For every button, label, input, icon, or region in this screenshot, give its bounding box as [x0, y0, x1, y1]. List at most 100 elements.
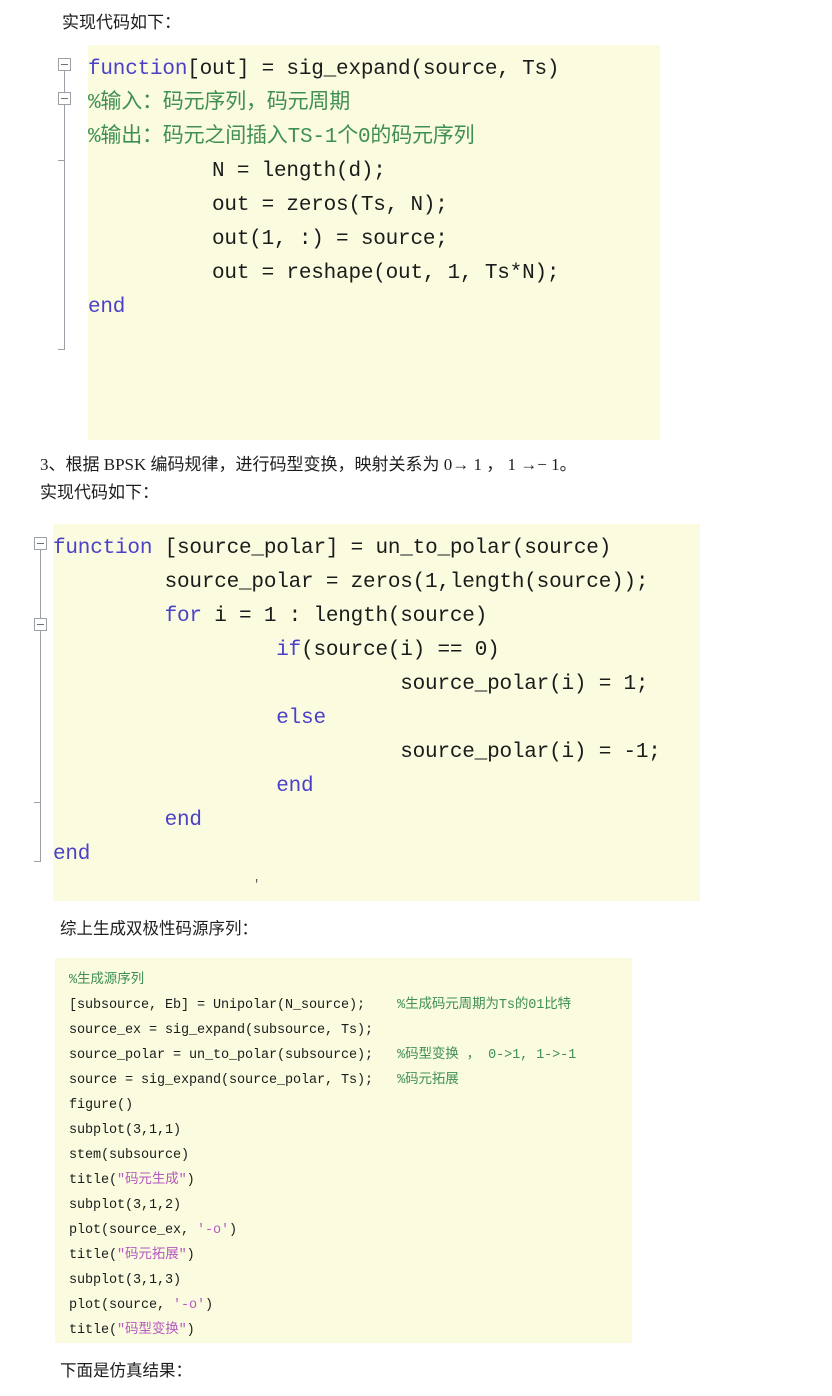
intro-paragraph-1: 实现代码如下：: [62, 13, 181, 32]
code-line: N = length(d);: [88, 155, 660, 189]
code-token-pl: subplot(3,1,2): [69, 1198, 182, 1213]
code-line: out(1, :) = source;: [88, 223, 660, 257]
code-line: end: [53, 838, 700, 872]
code-token-pl: out = zeros(Ts, N);: [88, 194, 448, 217]
fold-gutter-2: [0, 524, 53, 901]
fold-toggle-icon[interactable]: [34, 537, 47, 550]
code-token-str: "码元拓展": [117, 1248, 187, 1263]
code-token-pl: ): [205, 1298, 214, 1313]
code-token-pl: figure(): [69, 1098, 134, 1113]
code-token-pl: [subsource, Eb] = Unipolar(N_source);: [69, 998, 398, 1013]
code-token-pl: ): [186, 1173, 195, 1188]
code-line: function[out] = sig_expand(source, Ts): [88, 53, 660, 87]
code-line: stem(subsource): [69, 1143, 632, 1168]
code-token-pl: plot(source_ex,: [69, 1223, 198, 1238]
code-token-pl: title(: [69, 1173, 118, 1188]
code-line: title("码元拓展"): [69, 1243, 632, 1268]
code-token-pl: [source_polar] = un_to_polar(source): [152, 537, 612, 560]
code-token-pl: out(1, :) = source;: [88, 228, 448, 251]
code-token-pl: subplot(3,1,1): [69, 1123, 182, 1138]
code-line: subplot(3,1,1): [69, 1118, 632, 1143]
fold-toggle-icon[interactable]: [34, 618, 47, 631]
code-token-cmt: %生成码元周期为Ts的01比特: [397, 998, 572, 1013]
code-token-pl: title(: [69, 1248, 118, 1263]
code-token-kw: else: [276, 707, 326, 730]
code-token-pl: source_polar = un_to_polar(subsource);: [69, 1048, 398, 1063]
fold-rail-tick: [58, 160, 65, 161]
fold-rail-end-tick: [58, 349, 65, 350]
code-token-str: '-o': [173, 1298, 206, 1313]
code-line: out = reshape(out, 1, Ts*N);: [88, 257, 660, 291]
summary-lead-paragraph: 综上生成双极性码源序列：: [60, 919, 258, 938]
code-line: end: [53, 804, 700, 838]
code-line: %生成源序列: [69, 968, 632, 993]
fold-gutter-1: [0, 45, 88, 440]
code-block-sig-expand: function[out] = sig_expand(source, Ts) %输…: [88, 45, 660, 440]
code-token-cmt: %码型变换 ， 0->1, 1->-1: [397, 1048, 577, 1063]
code-token-kw: if: [276, 639, 302, 662]
code-token-pl: [out] = sig_expand(source, Ts): [187, 58, 560, 81]
code-token-cmt: %生成源序列: [69, 973, 145, 988]
code-line: source_polar = zeros(1,length(source));: [53, 566, 700, 600]
code-line: [subsource, Eb] = Unipolar(N_source); %生…: [69, 993, 632, 1018]
code-token-kw: for: [164, 605, 202, 628]
code-token-pl: N = length(d);: [88, 160, 386, 183]
code-line: %输入：码元序列，码元周期: [88, 87, 660, 121]
code-line: end: [53, 770, 700, 804]
fold-toggle-icon[interactable]: [58, 58, 71, 71]
code-line: source_ex = sig_expand(subsource, Ts);: [69, 1018, 632, 1043]
code-token-pl: ): [186, 1323, 195, 1338]
code-token-pl: ): [186, 1248, 195, 1263]
stray-mark: ': [253, 878, 261, 892]
code-block-un-to-polar: function [source_polar] = un_to_polar(so…: [53, 524, 700, 901]
code-line: if(source(i) == 0): [53, 634, 700, 668]
code-token-pl: subplot(3,1,3): [69, 1273, 182, 1288]
code-token-kw: end: [88, 296, 126, 319]
code-token-cmt: %输入：码元序列，码元周期: [88, 92, 351, 115]
code-line: source_polar(i) = -1;: [53, 736, 700, 770]
fold-toggle-icon[interactable]: [58, 92, 71, 105]
code-line: plot(source, '-o'): [69, 1293, 632, 1318]
code-token-kw: end: [276, 775, 314, 798]
code-token-kw: function: [53, 537, 153, 560]
code-token-pl: source_polar(i) = 1;: [53, 673, 649, 696]
code-token-str: "码型变换": [117, 1323, 187, 1338]
code-token-cmt: %输出：码元之间插入TS-1个0的码元序列: [88, 126, 475, 149]
code-token-kw: end: [164, 809, 202, 832]
code-line: end: [88, 291, 660, 325]
code-line: subplot(3,1,2): [69, 1193, 632, 1218]
code-line: plot(source_ex, '-o'): [69, 1218, 632, 1243]
code-token-cmt: %码元拓展: [397, 1073, 459, 1088]
code-line: figure(): [69, 1093, 632, 1118]
code-token-pl: plot(source,: [69, 1298, 174, 1313]
code-token-kw: end: [53, 843, 91, 866]
code-token-pl: source_ex = sig_expand(subsource, Ts);: [69, 1023, 374, 1038]
fold-rail-end-tick: [34, 861, 41, 862]
closing-paragraph: 下面是仿真结果：: [60, 1361, 192, 1380]
code-line: function [source_polar] = un_to_polar(so…: [53, 532, 700, 566]
code-line: source_polar = un_to_polar(subsource); %…: [69, 1043, 632, 1068]
intro-paragraph-2: 实现代码如下：: [40, 483, 159, 502]
code-line: %输出：码元之间插入TS-1个0的码元序列: [88, 121, 660, 155]
code-token-pl: i = 1 : length(source): [201, 605, 488, 628]
code-line: else: [53, 702, 700, 736]
fold-rail-tick: [34, 802, 41, 803]
code-line: source = sig_expand(source_polar, Ts); %…: [69, 1068, 632, 1093]
code-token-str: '-o': [197, 1223, 230, 1238]
code-token-str: "码元生成": [117, 1173, 187, 1188]
code-line: subplot(3,1,3): [69, 1268, 632, 1293]
code-line: title("码元生成"): [69, 1168, 632, 1193]
step-3-paragraph: 3、根据 BPSK 编码规律，进行码型变换，映射关系为 0→ 1 ， 1 →− …: [40, 455, 577, 474]
code-line: source_polar(i) = 1;: [53, 668, 700, 702]
code-token-pl: (source(i) == 0): [301, 639, 500, 662]
code-line: out = zeros(Ts, N);: [88, 189, 660, 223]
code-token-pl: source_polar = zeros(1,length(source));: [53, 571, 649, 594]
fold-rail: [40, 550, 41, 861]
code-token-pl: out = reshape(out, 1, Ts*N);: [88, 262, 560, 285]
code-token-pl: ): [229, 1223, 238, 1238]
